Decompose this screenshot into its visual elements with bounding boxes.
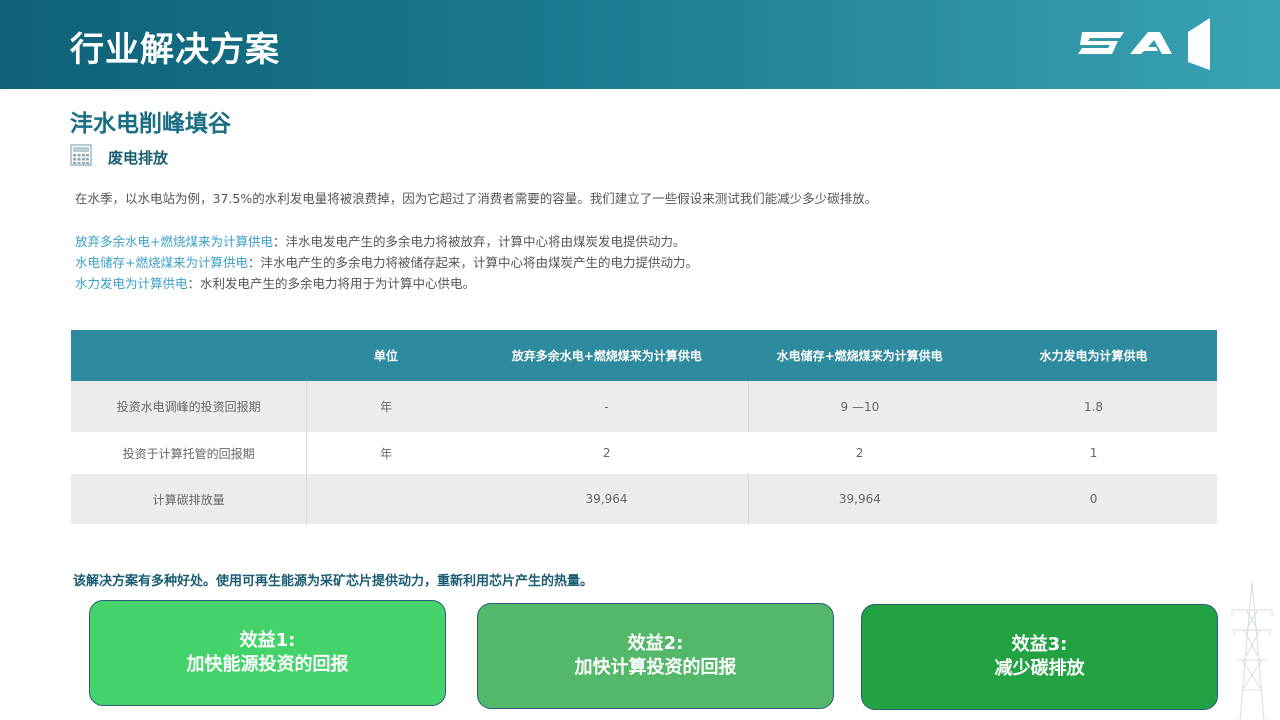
subsection-title: 废电排放 xyxy=(108,149,169,167)
table-cell: 39,964 xyxy=(464,474,750,524)
table-header-row: 单位 放弃多余水电+燃烧煤来为计算供电 水电储存+燃烧煤来为计算供电 水力发电为… xyxy=(71,330,1217,381)
benefit-card-2: 效益2: 加快计算投资的回报 xyxy=(477,603,834,709)
table-row: 投资水电调峰的投资回报期 年 - 9 —10 1.8 xyxy=(71,381,1217,432)
benefit-title: 效益1: xyxy=(239,630,296,651)
table-cell: 计算碳排放量 xyxy=(71,474,308,524)
scenario-desc: ：沣水电产生的多余电力将被储存起来，计算中心将由煤炭产生的电力提供动力。 xyxy=(247,255,698,270)
benefit-text: 减少碳排放 xyxy=(994,658,1085,679)
benefit-card-3: 效益3: 减少碳排放 xyxy=(861,604,1218,710)
table-cell: 2 xyxy=(464,432,749,474)
table-header: 水电储存+燃烧煤来为计算供电 xyxy=(748,330,971,381)
table-cell: 年 xyxy=(306,432,465,474)
page-title: 行业解决方案 xyxy=(70,30,280,70)
table-header xyxy=(71,330,307,381)
benefit-text: 加快计算投资的回报 xyxy=(574,657,737,678)
scenario-line-2: 水电储存+燃烧煤来为计算供电：沣水电产生的多余电力将被储存起来，计算中心将由煤炭… xyxy=(75,252,698,271)
sai-logo xyxy=(1078,18,1210,70)
scenario-line-1: 放弃多余水电+燃烧煤来为计算供电：沣水电发电产生的多余电力将被放弃，计算中心将由… xyxy=(75,231,686,250)
table-cell: 2 xyxy=(748,432,971,474)
table-cell: 0 xyxy=(970,474,1217,524)
scenario-line-3: 水力发电为计算供电：水利发电产生的多余电力将用于为计算中心供电。 xyxy=(75,273,475,292)
table-cell: - xyxy=(464,381,750,432)
scenario-name: 放弃多余水电+燃烧煤来为计算供电 xyxy=(75,234,273,249)
header-bar: 行业解决方案 xyxy=(0,0,1280,89)
scenario-name: 水电储存+燃烧煤来为计算供电 xyxy=(75,255,248,270)
scenario-desc: ：水利发电产生的多余电力将用于为计算中心供电。 xyxy=(187,276,476,291)
table-header: 放弃多余水电+燃烧煤来为计算供电 xyxy=(464,330,749,381)
comparison-table: 单位 放弃多余水电+燃烧煤来为计算供电 水电储存+燃烧煤来为计算供电 水力发电为… xyxy=(71,330,1217,524)
calculator-icon xyxy=(70,144,92,166)
benefit-title: 效益2: xyxy=(627,633,684,654)
table-row: 投资于计算托管的回报期 年 2 2 1 xyxy=(71,432,1217,474)
power-tower-decoration xyxy=(1231,581,1273,720)
table-cell: 年 xyxy=(306,381,465,432)
section-title: 沣水电削峰填谷 xyxy=(70,111,231,137)
table-cell: 1 xyxy=(970,432,1217,474)
table-row: 计算碳排放量 39,964 39,964 0 xyxy=(71,474,1217,524)
intro-paragraph: 在水季，以水电站为例，37.5%的水利发电量将被浪费掉，因为它超过了消费者需要的… xyxy=(75,191,878,206)
scenario-desc: ：沣水电发电产生的多余电力将被放弃，计算中心将由煤炭发电提供动力。 xyxy=(272,234,686,249)
table-header: 水力发电为计算供电 xyxy=(970,330,1217,381)
table-cell: 投资于计算托管的回报期 xyxy=(71,432,308,474)
table-cell: 投资水电调峰的投资回报期 xyxy=(71,381,308,432)
table-cell: 39,964 xyxy=(748,474,971,524)
table-cell: 1.8 xyxy=(970,381,1217,432)
table-cell xyxy=(306,474,465,524)
benefit-card-1: 效益1: 加快能源投资的回报 xyxy=(89,600,446,706)
benefit-text: 加快能源投资的回报 xyxy=(186,654,349,675)
scenario-name: 水力发电为计算供电 xyxy=(75,276,188,291)
table-header: 单位 xyxy=(306,330,465,381)
table-cell: 9 —10 xyxy=(748,381,971,432)
benefits-intro: 该解决方案有多种好处。使用可再生能源为采矿芯片提供动力，重新利用芯片产生的热量。 xyxy=(73,574,594,589)
benefit-title: 效益3: xyxy=(1011,634,1068,655)
